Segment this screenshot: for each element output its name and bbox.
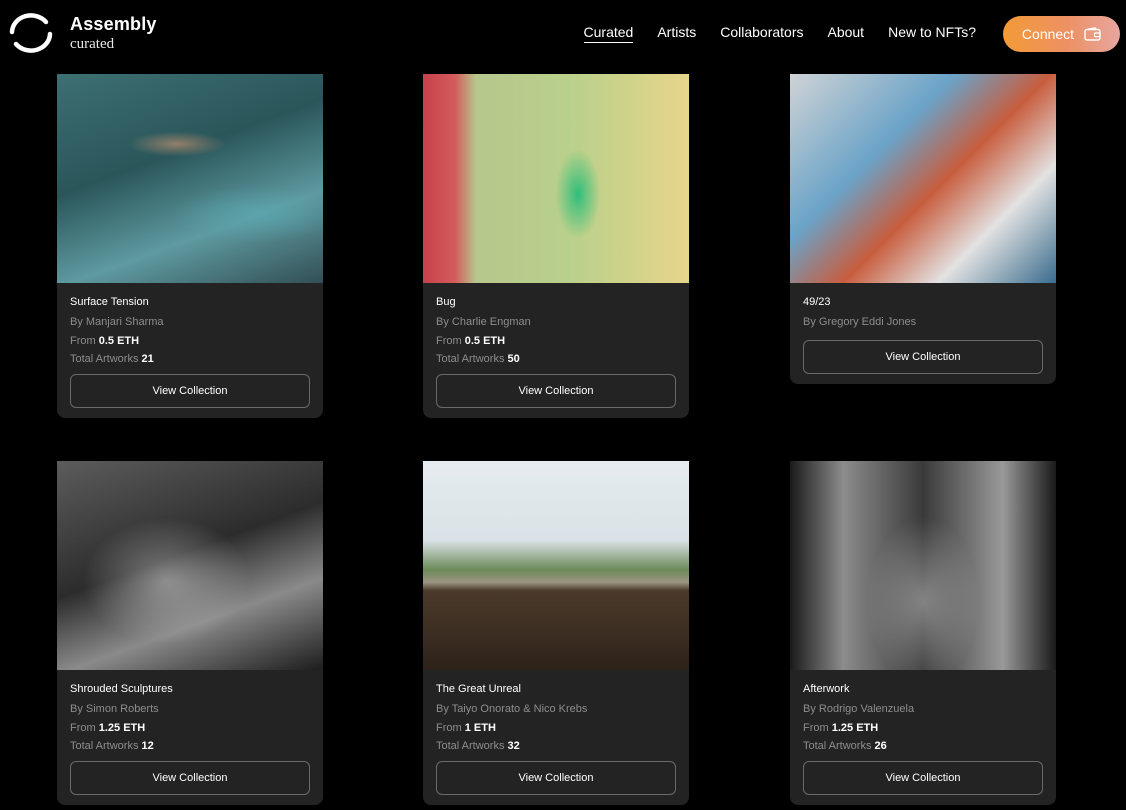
- collection-card: Afterwork By Rodrigo Valenzuela From 1.2…: [790, 461, 1056, 806]
- collection-card: Bug By Charlie Engman From 0.5 ETH Total…: [423, 74, 689, 419]
- collection-title: Surface Tension: [70, 296, 149, 308]
- collection-thumbnail[interactable]: [57, 74, 323, 283]
- collection-price: From 0.5 ETH: [436, 334, 506, 347]
- view-collection-button[interactable]: View Collection: [70, 374, 310, 409]
- nav-new-to-nfts[interactable]: New to NFTs?: [888, 24, 976, 43]
- view-collection-button[interactable]: View Collection: [803, 339, 1043, 374]
- collection-artist: By Simon Roberts: [70, 703, 159, 716]
- collection-total: Total Artworks 21: [70, 352, 154, 365]
- connect-button[interactable]: Connect: [1003, 16, 1120, 52]
- view-collection-button[interactable]: View Collection: [436, 374, 676, 409]
- collection-card: 49/23 By Gregory Eddi Jones View Collect…: [790, 74, 1056, 384]
- collection-artist: By Charlie Engman: [436, 316, 531, 329]
- assembly-logo-icon: [9, 13, 53, 53]
- collection-artist: By Manjari Sharma: [70, 316, 164, 329]
- collection-card: Surface Tension By Manjari Sharma From 0…: [57, 74, 323, 419]
- collection-total: Total Artworks 12: [70, 739, 154, 752]
- view-collection-button[interactable]: View Collection: [436, 761, 676, 796]
- collection-title: Afterwork: [803, 683, 850, 695]
- collection-thumbnail[interactable]: [57, 461, 323, 670]
- collection-total: Total Artworks 50: [436, 352, 520, 365]
- collection-thumbnail[interactable]: [423, 74, 689, 283]
- collection-price: From 0.5 ETH: [70, 334, 140, 347]
- nav-collaborators[interactable]: Collaborators: [720, 24, 803, 43]
- nav-artists[interactable]: Artists: [657, 24, 696, 43]
- collection-card: The Great Unreal By Taiyo Onorato & Nico…: [423, 461, 689, 806]
- nav-about[interactable]: About: [827, 24, 864, 43]
- collection-price: From 1.25 ETH: [803, 721, 879, 734]
- collection-artist: By Rodrigo Valenzuela: [803, 703, 915, 716]
- collection-total: Total Artworks 32: [436, 739, 520, 752]
- connect-label: Connect: [1021, 26, 1075, 42]
- collection-title: The Great Unreal: [436, 683, 521, 695]
- main-nav: Curated Artists Collaborators About New …: [583, 24, 976, 43]
- collection-price: From 1.25 ETH: [70, 721, 146, 734]
- brand-logo[interactable]: Assembly curated: [6, 12, 157, 54]
- wallet-icon: [1084, 27, 1101, 41]
- collection-thumbnail[interactable]: [423, 461, 689, 670]
- view-collection-button[interactable]: View Collection: [70, 761, 310, 796]
- collection-title: Bug: [436, 296, 456, 308]
- collection-thumbnail[interactable]: [790, 461, 1056, 670]
- nav-curated[interactable]: Curated: [583, 24, 634, 43]
- site-header: Assembly curated Curated Artists Collabo…: [0, 0, 1126, 72]
- collection-thumbnail[interactable]: [790, 74, 1056, 283]
- brand-title: Assembly: [70, 13, 157, 34]
- brand-subtitle: curated: [70, 35, 115, 52]
- collection-price: From 1 ETH: [436, 721, 496, 734]
- view-collection-button[interactable]: View Collection: [803, 761, 1043, 796]
- collection-title: Shrouded Sculptures: [70, 683, 173, 695]
- collection-card: Shrouded Sculptures By Simon Roberts Fro…: [57, 461, 323, 806]
- collection-artist: By Taiyo Onorato & Nico Krebs: [436, 703, 588, 716]
- collection-artist: By Gregory Eddi Jones: [803, 316, 917, 329]
- collection-title: 49/23: [803, 296, 831, 308]
- collection-total: Total Artworks 26: [803, 739, 887, 752]
